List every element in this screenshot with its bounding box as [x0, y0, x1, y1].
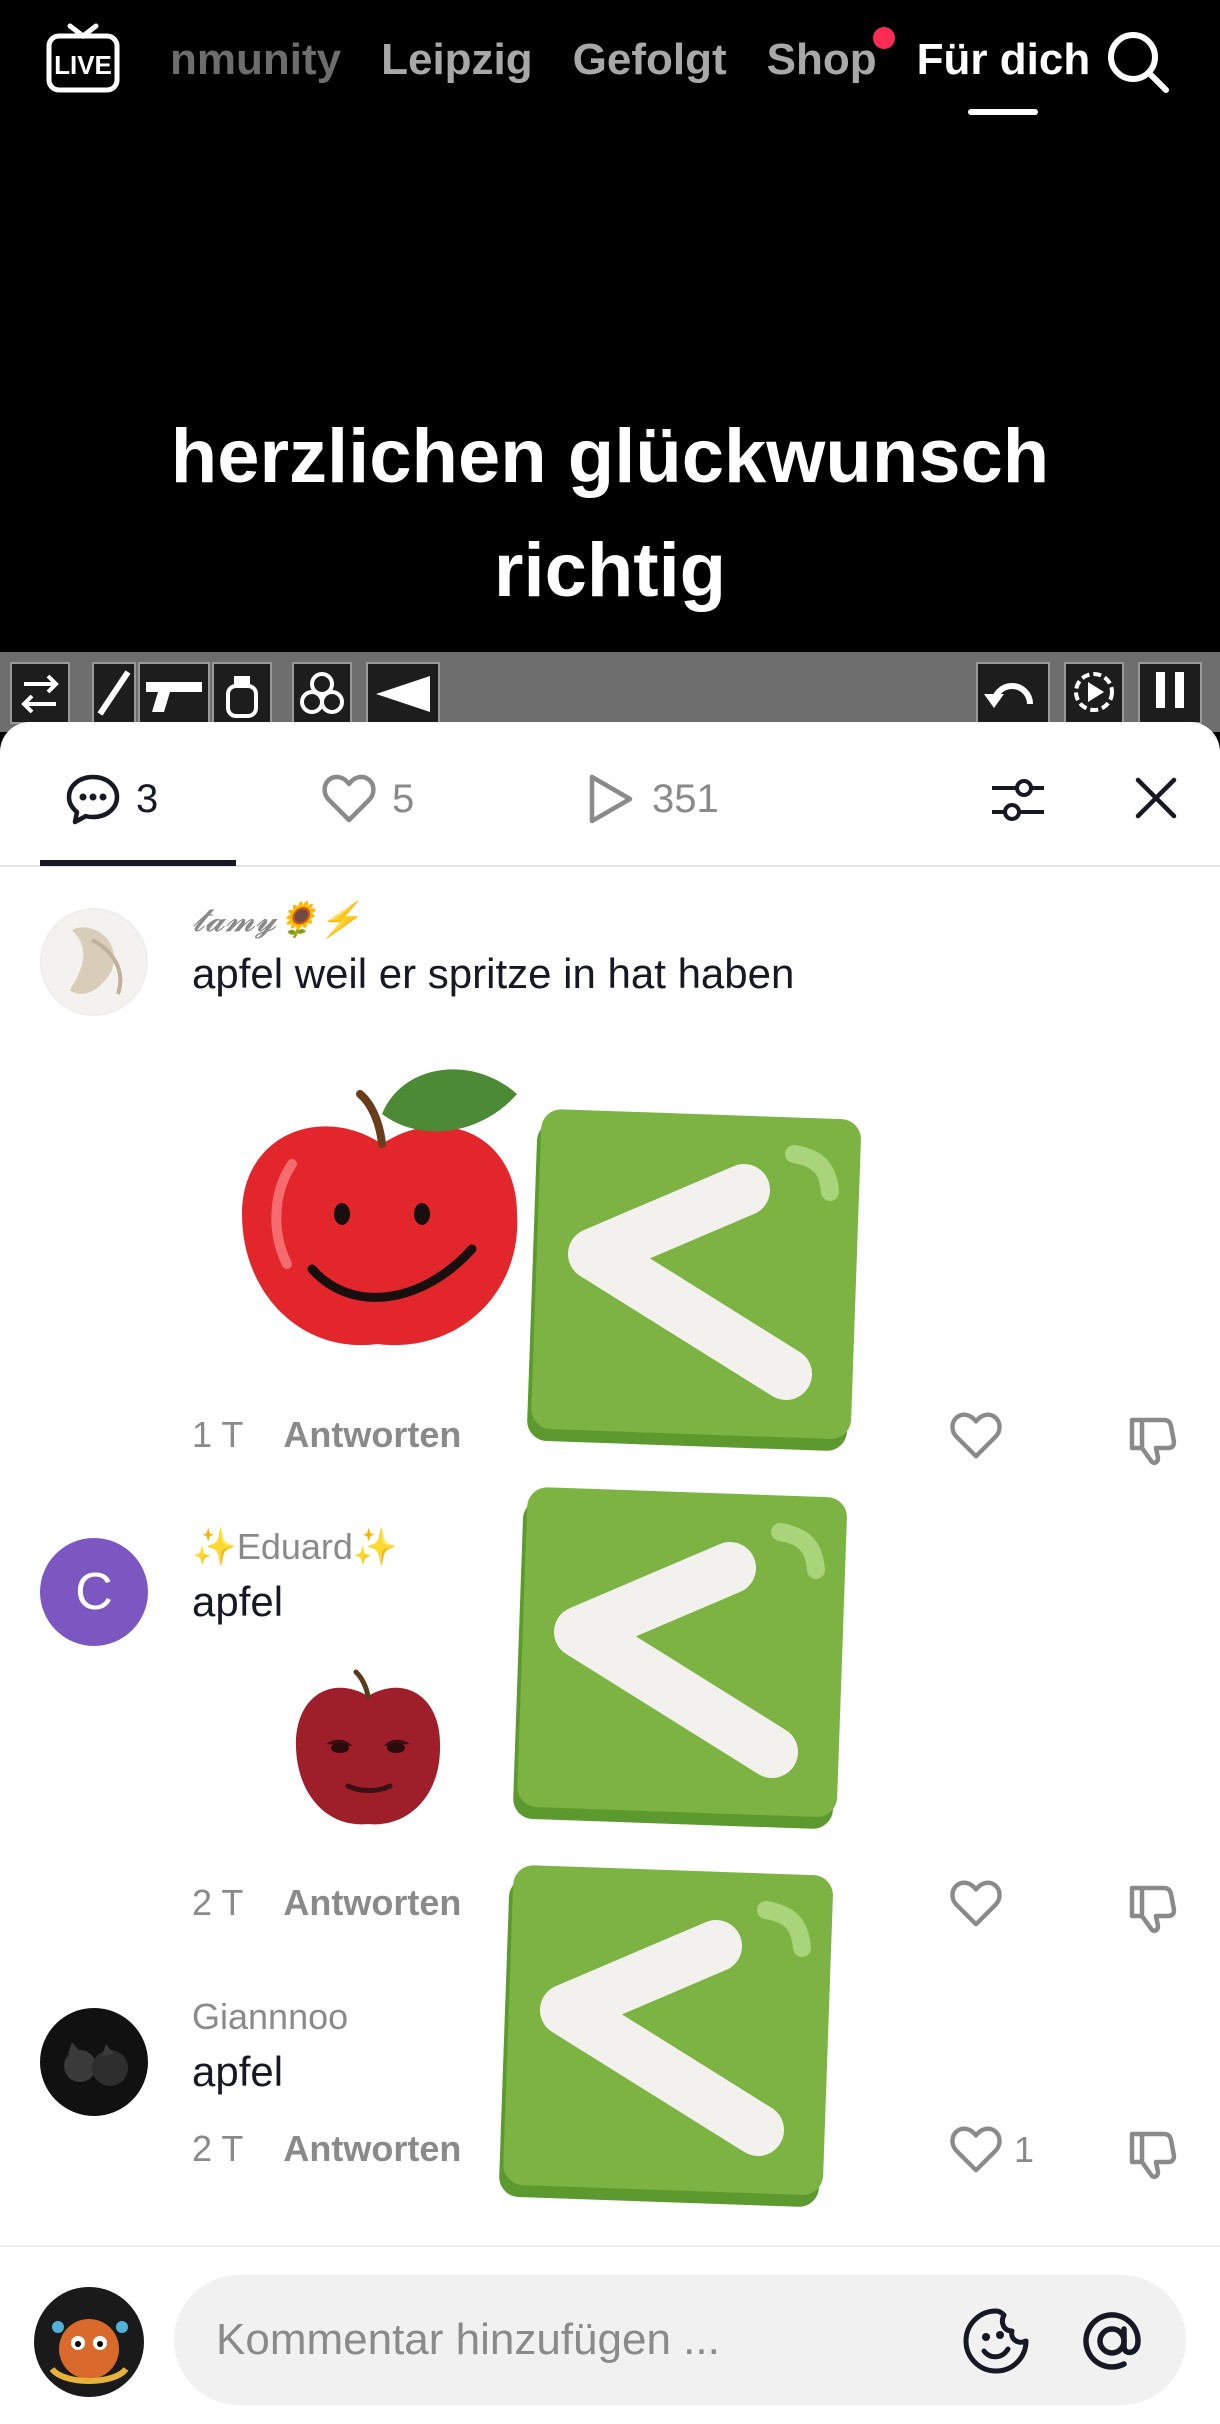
username[interactable]: Giannnoo — [192, 1996, 348, 2038]
comment-time: 2 T — [192, 2128, 244, 2169]
comment-composer — [0, 2245, 1220, 2424]
user-avatar[interactable] — [34, 2287, 144, 2397]
tab-shop[interactable]: Shop — [766, 27, 895, 85]
comment-meta: 2 T Antworten — [192, 2128, 461, 2170]
comment-like-button[interactable]: 1 — [948, 2122, 1034, 2178]
caption-line-1: herzlichen glückwunsch — [170, 414, 1050, 499]
undo-tool-icon — [976, 662, 1050, 724]
tab-for-you[interactable]: Für dich — [917, 35, 1090, 115]
caption-line-2: richtig — [493, 528, 727, 613]
gun-tool-icon — [138, 662, 210, 724]
triangle-tool-icon — [366, 662, 440, 724]
biohazard-tool-icon — [292, 662, 352, 724]
feed-tabs: nmunity Leipzig Gefolgt Shop Für dich — [170, 27, 1090, 115]
tab-community[interactable]: nmunity — [170, 35, 341, 85]
dislike-icon[interactable] — [1124, 2124, 1182, 2182]
search-icon[interactable] — [1102, 26, 1174, 98]
comment-input[interactable] — [174, 2275, 1186, 2405]
video-game-toolbar — [0, 652, 1220, 732]
tab-shop-label: Shop — [766, 35, 877, 84]
swap-tool-icon — [10, 662, 70, 724]
slowmo-tool-icon — [1064, 662, 1124, 724]
green-arrow-sticker — [499, 1865, 833, 2207]
video-caption: herzlichen glückwunsch richtig — [0, 400, 1220, 628]
green-arrow-sticker — [513, 1487, 847, 1829]
green-arrow-sticker — [527, 1109, 861, 1451]
comments-sheet: 3 5 351 𝓽𝓪𝓶𝔂🌻⚡ apfel weil er spritze in … — [0, 722, 1220, 2424]
heart-icon — [950, 2126, 1002, 2173]
grenade-tool-icon — [212, 662, 272, 724]
avatar[interactable] — [40, 2008, 148, 2116]
knife-tool-icon — [92, 662, 136, 724]
live-label: LIVE — [54, 50, 112, 80]
comment-text: apfel — [192, 2048, 284, 2095]
live-icon[interactable]: LIVE — [44, 20, 122, 98]
top-navigation: LIVE nmunity Leipzig Gefolgt Shop Für di… — [0, 0, 1220, 130]
comment-like-count: 1 — [1014, 2129, 1035, 2170]
tab-leipzig[interactable]: Leipzig — [381, 35, 533, 85]
notification-dot — [872, 27, 895, 49]
tab-following[interactable]: Gefolgt — [573, 35, 727, 85]
reply-button[interactable]: Antworten — [283, 2128, 461, 2170]
mention-icon[interactable] — [1076, 2305, 1148, 2377]
emoji-icon[interactable] — [960, 2305, 1032, 2377]
pause-tool-icon — [1138, 662, 1202, 724]
